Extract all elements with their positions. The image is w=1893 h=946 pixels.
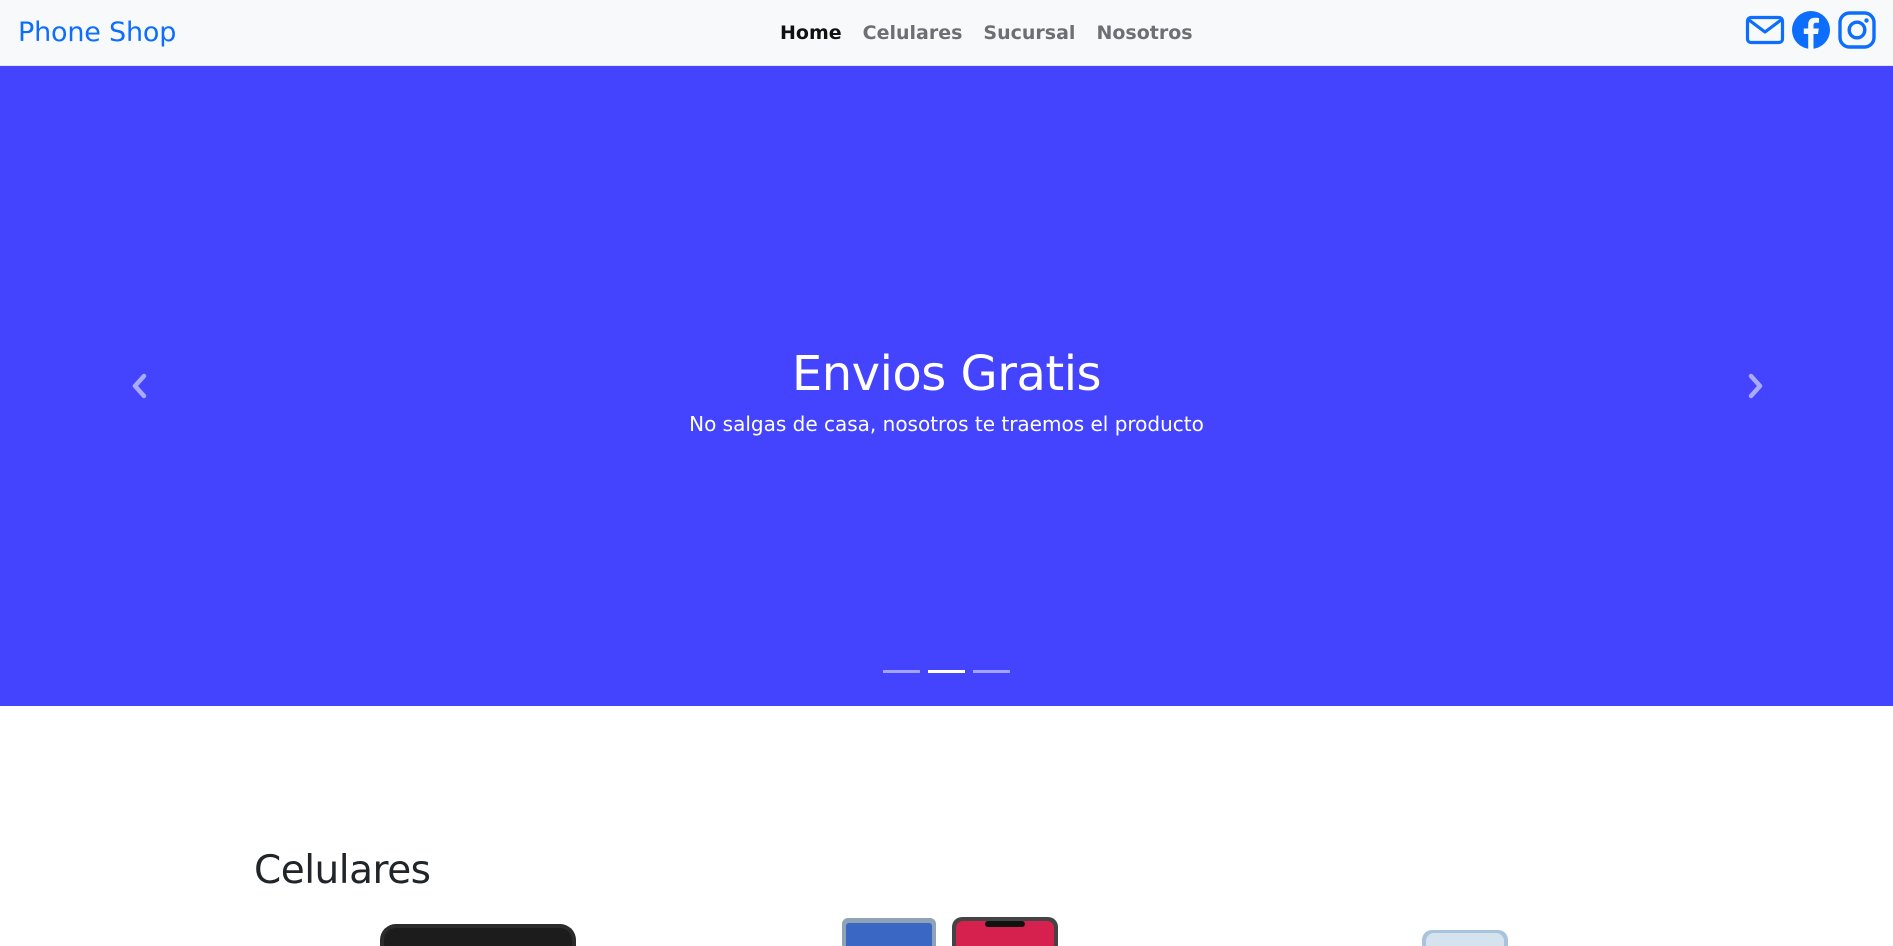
social-links xyxy=(1745,10,1877,50)
nav-link-home[interactable]: Home xyxy=(780,20,842,46)
slide-subtitle: No salgas de casa, nosotros te traemos e… xyxy=(689,412,1204,436)
carousel-indicator-2[interactable] xyxy=(928,670,965,673)
section-title-celulares: Celulares xyxy=(254,848,431,893)
hero-carousel: Envios Gratis No salgas de casa, nosotro… xyxy=(0,66,1893,706)
nav-link-nosotros[interactable]: Nosotros xyxy=(1096,20,1192,46)
carousel-next-button[interactable] xyxy=(1735,356,1775,416)
envelope-icon[interactable] xyxy=(1745,10,1785,50)
carousel-indicators xyxy=(0,670,1893,673)
product-image-1[interactable] xyxy=(378,916,578,946)
product-image-2[interactable] xyxy=(840,916,1060,946)
nav-link-celulares[interactable]: Celulares xyxy=(863,20,963,46)
slide-title: Envios Gratis xyxy=(791,346,1102,402)
navbar: Phone Shop Home Celulares Sucursal Nosot… xyxy=(0,0,1893,66)
nav-link-sucursal[interactable]: Sucursal xyxy=(983,20,1075,46)
carousel-indicator-3[interactable] xyxy=(973,670,1010,673)
instagram-icon[interactable] xyxy=(1837,10,1877,50)
carousel-indicator-1[interactable] xyxy=(883,670,920,673)
product-image-3[interactable] xyxy=(1420,916,1510,946)
nav-links: Home Celulares Sucursal Nosotros xyxy=(780,20,1214,46)
chevron-right-icon xyxy=(1748,373,1763,399)
slide-caption: Envios Gratis No salgas de casa, nosotro… xyxy=(0,346,1893,438)
brand-link[interactable]: Phone Shop xyxy=(18,17,176,49)
facebook-icon[interactable] xyxy=(1791,10,1831,50)
